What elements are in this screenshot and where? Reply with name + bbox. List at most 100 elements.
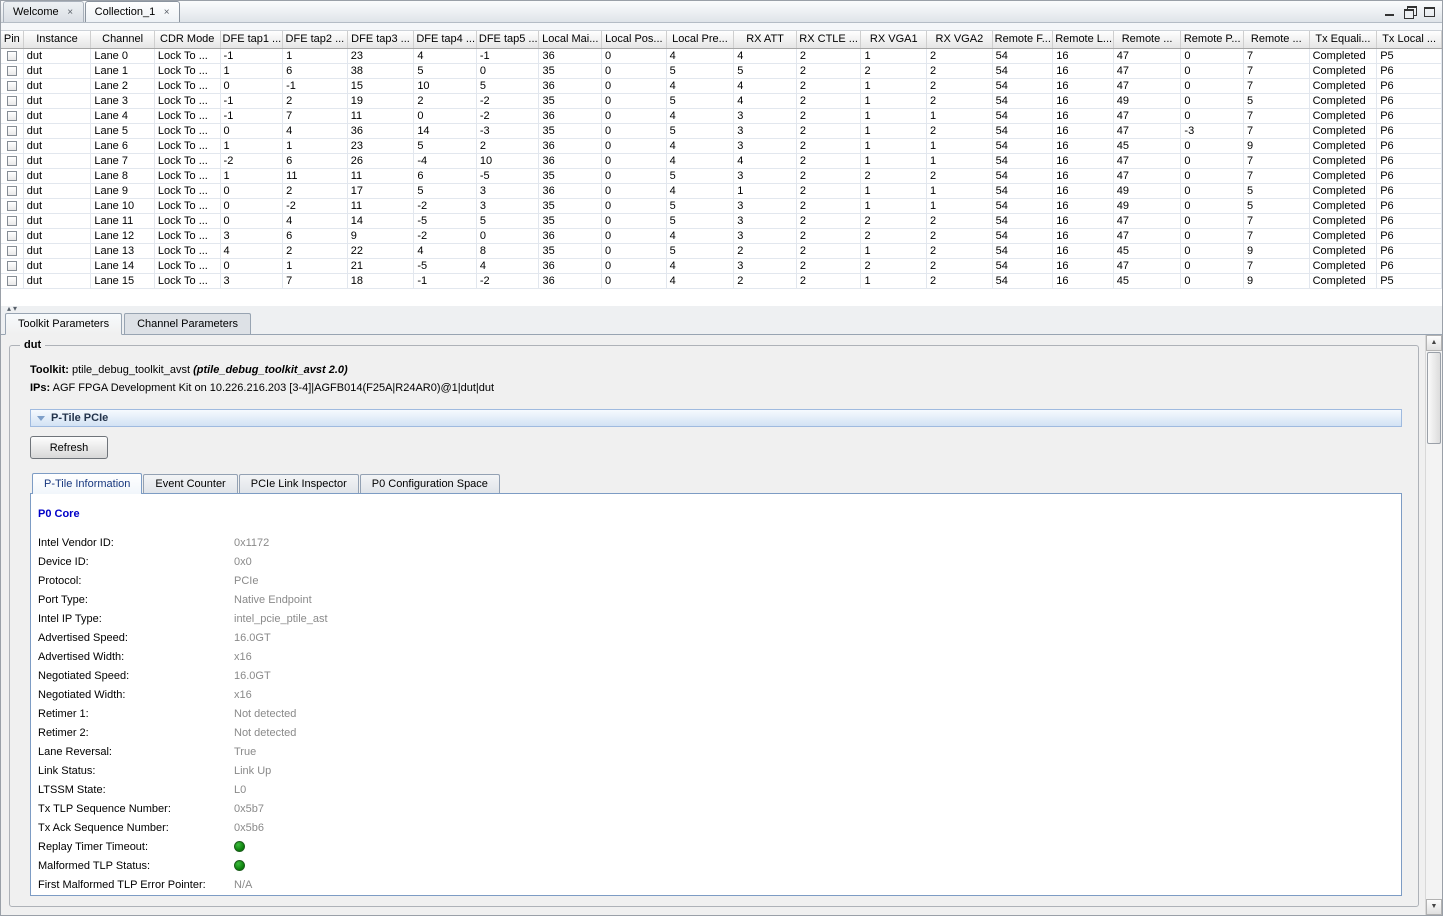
pin-checkbox[interactable] <box>7 96 17 106</box>
scrollbar-thumb[interactable] <box>1427 352 1441 444</box>
pin-checkbox[interactable] <box>7 171 17 181</box>
column-header-pin[interactable]: Pin <box>1 31 23 48</box>
pin-checkbox[interactable] <box>7 216 17 226</box>
column-header-remote[interactable]: Remote ... <box>1243 31 1309 48</box>
column-header-dfe-tap3[interactable]: DFE tap3 ... <box>347 31 414 48</box>
column-header-tx-local[interactable]: Tx Local ... <box>1377 31 1442 48</box>
table-row[interactable]: dutLane 3Lock To ...-12192-2350542125416… <box>1 93 1442 108</box>
column-header-remote-f[interactable]: Remote F... <box>992 31 1053 48</box>
table-row[interactable]: dutLane 13Lock To ...4222483505221254164… <box>1 243 1442 258</box>
tab-p-tile-information[interactable]: P-Tile Information <box>32 473 142 494</box>
tab-p0-configuration-space[interactable]: P0 Configuration Space <box>360 474 500 493</box>
column-header-tx-equali[interactable]: Tx Equali... <box>1309 31 1377 48</box>
tab-event-counter[interactable]: Event Counter <box>143 474 237 493</box>
table-cell: 35 <box>539 63 602 78</box>
table-cell: 16 <box>1053 258 1114 273</box>
tab-channel-parameters[interactable]: Channel Parameters <box>124 313 251 334</box>
table-row[interactable]: dutLane 1Lock To ...16385035055222541647… <box>1 63 1442 78</box>
column-header-dfe-tap2[interactable]: DFE tap2 ... <box>283 31 348 48</box>
pin-checkbox[interactable] <box>7 231 17 241</box>
table-cell: 2 <box>796 183 861 198</box>
field-value: True <box>234 746 256 758</box>
table-row[interactable]: dutLane 15Lock To ...3718-1-236042212541… <box>1 273 1442 288</box>
table-row[interactable]: dutLane 10Lock To ...0-211-2335053211541… <box>1 198 1442 213</box>
column-header-remote-p[interactable]: Remote P... <box>1181 31 1244 48</box>
table-cell: 0 <box>602 243 667 258</box>
minimize-icon[interactable] <box>1385 7 1395 17</box>
pin-checkbox[interactable] <box>7 261 17 271</box>
pin-checkbox[interactable] <box>7 246 17 256</box>
table-row[interactable]: dutLane 6Lock To ...11235236043211541645… <box>1 138 1442 153</box>
table-cell: 0 <box>602 213 667 228</box>
pin-checkbox[interactable] <box>7 81 17 91</box>
splitter-sash[interactable]: ▴▾ <box>1 305 1442 313</box>
table-cell: Completed <box>1309 183 1377 198</box>
tab-toolkit-parameters[interactable]: Toolkit Parameters <box>5 313 122 335</box>
column-header-dfe-tap1[interactable]: DFE tap1 ... <box>220 31 283 48</box>
table-cell: 1 <box>220 168 283 183</box>
refresh-button[interactable]: Refresh <box>30 436 108 459</box>
table-row[interactable]: dutLane 7Lock To ...-2626-41036044211541… <box>1 153 1442 168</box>
table-row[interactable]: dutLane 4Lock To ...-17110-2360432115416… <box>1 108 1442 123</box>
table-cell: 0 <box>1181 198 1244 213</box>
vertical-scrollbar[interactable]: ▲ ▼ <box>1425 335 1442 915</box>
column-header-rx-vga2[interactable]: RX VGA2 <box>927 31 993 48</box>
pin-checkbox[interactable] <box>7 156 17 166</box>
column-header-local-pos[interactable]: Local Pos... <box>602 31 667 48</box>
tab-collection-1[interactable]: Collection_1 × <box>85 1 181 22</box>
column-header-remote[interactable]: Remote ... <box>1113 31 1181 48</box>
pin-checkbox[interactable] <box>7 141 17 151</box>
table-row[interactable]: dutLane 12Lock To ...369-203604322254164… <box>1 228 1442 243</box>
pin-checkbox[interactable] <box>7 201 17 211</box>
table-cell: 4 <box>734 48 797 63</box>
scroll-up-icon[interactable]: ▲ <box>1426 335 1442 351</box>
close-icon[interactable]: × <box>161 7 172 18</box>
table-row[interactable]: dutLane 9Lock To ...02175336041211541649… <box>1 183 1442 198</box>
column-header-channel[interactable]: Channel <box>91 31 155 48</box>
table-cell: -2 <box>476 108 539 123</box>
table-cell: 2 <box>796 213 861 228</box>
restore-icon[interactable] <box>1404 6 1415 17</box>
column-header-dfe-tap5[interactable]: DFE tap5 ... <box>476 31 539 48</box>
table-row[interactable]: dutLane 14Lock To ...0121-54360432225416… <box>1 258 1442 273</box>
table-row[interactable]: dutLane 8Lock To ...111116-5350532225416… <box>1 168 1442 183</box>
table-cell: 15 <box>347 78 414 93</box>
field-row: LTSSM State:L0 <box>38 781 1389 800</box>
maximize-icon[interactable] <box>1424 7 1435 17</box>
column-header-instance[interactable]: Instance <box>23 31 91 48</box>
tab-welcome[interactable]: Welcome × <box>3 1 84 22</box>
table-row[interactable]: dutLane 0Lock To ...-11234-1360442125416… <box>1 48 1442 63</box>
column-header-local-mai[interactable]: Local Mai... <box>539 31 602 48</box>
table-cell: Lane 15 <box>91 273 155 288</box>
column-header-rx-ctle[interactable]: RX CTLE ... <box>796 31 861 48</box>
table-row[interactable]: dutLane 5Lock To ...043614-3350532125416… <box>1 123 1442 138</box>
column-header-rx-att[interactable]: RX ATT <box>734 31 797 48</box>
pin-checkbox[interactable] <box>7 66 17 76</box>
pin-checkbox[interactable] <box>7 51 17 61</box>
scroll-down-icon[interactable]: ▼ <box>1426 899 1442 915</box>
collapse-triangle-icon[interactable] <box>37 416 45 421</box>
pin-checkbox[interactable] <box>7 111 17 121</box>
table-cell: 3 <box>734 258 797 273</box>
splitter-arrows-icon[interactable]: ▴▾ <box>7 304 19 313</box>
ptile-pcie-section-header[interactable]: P-Tile PCIe <box>30 409 1402 427</box>
table-row[interactable]: dutLane 11Lock To ...0414-55350532225416… <box>1 213 1442 228</box>
column-header-rx-vga1[interactable]: RX VGA1 <box>861 31 927 48</box>
column-header-dfe-tap4[interactable]: DFE tap4 ... <box>414 31 477 48</box>
tab-pcie-link-inspector[interactable]: PCIe Link Inspector <box>239 474 359 493</box>
field-row: Intel IP Type:intel_pcie_ptile_ast <box>38 610 1389 629</box>
table-cell: Completed <box>1309 48 1377 63</box>
table-cell: -2 <box>220 153 283 168</box>
column-header-remote-l[interactable]: Remote L... <box>1053 31 1114 48</box>
pin-checkbox[interactable] <box>7 276 17 286</box>
table-cell: 5 <box>666 123 734 138</box>
table-cell: 16 <box>1053 123 1114 138</box>
close-icon[interactable]: × <box>65 7 76 18</box>
table-cell: 5 <box>1243 93 1309 108</box>
pin-checkbox[interactable] <box>7 186 17 196</box>
table-cell: 16 <box>1053 63 1114 78</box>
column-header-local-pre[interactable]: Local Pre... <box>666 31 734 48</box>
table-row[interactable]: dutLane 2Lock To ...0-115105360442125416… <box>1 78 1442 93</box>
pin-checkbox[interactable] <box>7 126 17 136</box>
column-header-cdr-mode[interactable]: CDR Mode <box>154 31 220 48</box>
